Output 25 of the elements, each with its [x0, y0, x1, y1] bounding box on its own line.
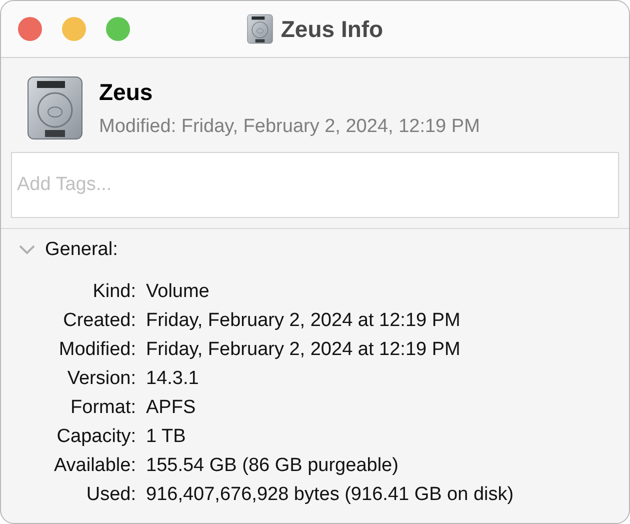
field-value: Friday, February 2, 2024 at 12:19 PM [146, 339, 462, 361]
zoom-button[interactable] [106, 17, 130, 41]
field-label: Kind: [92, 281, 136, 303]
field-value: 916,407,676,928 bytes (916.41 GB on disk) [146, 484, 515, 506]
tags-field[interactable]: Add Tags... [11, 152, 619, 218]
field-value: 14.3.1 [146, 368, 200, 390]
field-label: Used: [85, 484, 136, 506]
field-value: 155.54 GB (86 GB purgeable) [146, 455, 400, 477]
window-title: Zeus Info [280, 16, 384, 42]
field-label: Modified: [58, 339, 136, 361]
item-name: Zeus [99, 78, 154, 106]
field-label: Format: [70, 397, 136, 419]
field-label: Created: [62, 310, 136, 332]
field-label: Available: [52, 455, 136, 477]
field-label: Capacity: [56, 426, 136, 448]
close-button[interactable] [18, 17, 42, 41]
modified-date: Modified: Friday, February 2, 2024, 12:19 PM [99, 116, 480, 138]
field-value: Friday, February 2, 2024 at 12:19 PM [146, 310, 462, 332]
field-label: Version: [66, 368, 136, 390]
section-title: General: [45, 239, 118, 261]
field-value: APFS [146, 397, 197, 419]
chevron-icon[interactable] [19, 245, 35, 255]
field-value: 1 TB [146, 426, 187, 448]
field-value: Volume [146, 281, 210, 303]
minimize-button[interactable] [62, 17, 86, 41]
